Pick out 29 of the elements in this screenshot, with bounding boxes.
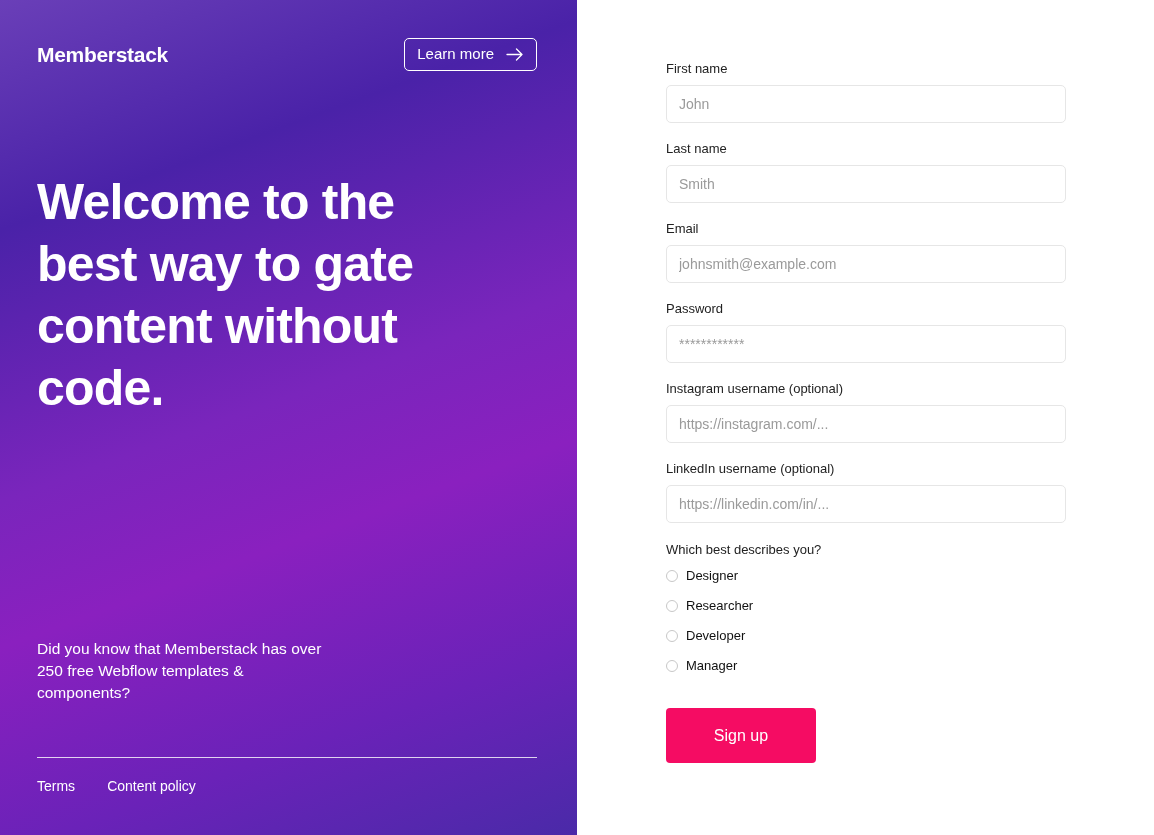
question-label: Which best describes you?	[666, 541, 822, 559]
sign-up-button[interactable]: Sign up	[666, 708, 816, 763]
input-field[interactable]: https://linkedin.com/in/...	[666, 485, 1066, 523]
input-field[interactable]: https://instagram.com/...	[666, 405, 1066, 443]
input-field[interactable]: johnsmith@example.com	[666, 245, 1066, 283]
field-label: Email	[666, 220, 699, 238]
promo-text: Did you know that Memberstack has over 250 free Webflow templates & components?	[37, 639, 323, 703]
headline: Welcome to the best way to gate content without code.	[37, 173, 415, 418]
option-label[interactable]: Researcher	[686, 596, 754, 616]
footer-link[interactable]: Terms	[37, 776, 76, 797]
input-field[interactable]: ************	[666, 325, 1066, 363]
field-label: Instagram username (optional)	[666, 380, 844, 398]
option-label[interactable]: Manager	[686, 656, 738, 676]
field-label: First name	[666, 60, 728, 78]
field-label: Password	[666, 300, 724, 318]
input-field[interactable]: Smith	[666, 165, 1066, 203]
learn-more-button[interactable]: Learn more	[404, 38, 537, 71]
option-label[interactable]: Developer	[686, 626, 746, 646]
footer-link[interactable]: Content policy	[107, 776, 196, 797]
radio-button[interactable]	[666, 630, 678, 642]
input-field[interactable]: John	[666, 85, 1066, 123]
option-label[interactable]: Designer	[686, 566, 739, 586]
field-label: Last name	[666, 140, 727, 158]
radio-button[interactable]	[666, 570, 678, 582]
radio-button[interactable]	[666, 600, 678, 612]
field-label: LinkedIn username (optional)	[666, 460, 835, 478]
arrow-right-icon	[506, 48, 523, 61]
radio-button[interactable]	[666, 660, 678, 672]
brand-logo: Memberstack	[37, 41, 168, 68]
